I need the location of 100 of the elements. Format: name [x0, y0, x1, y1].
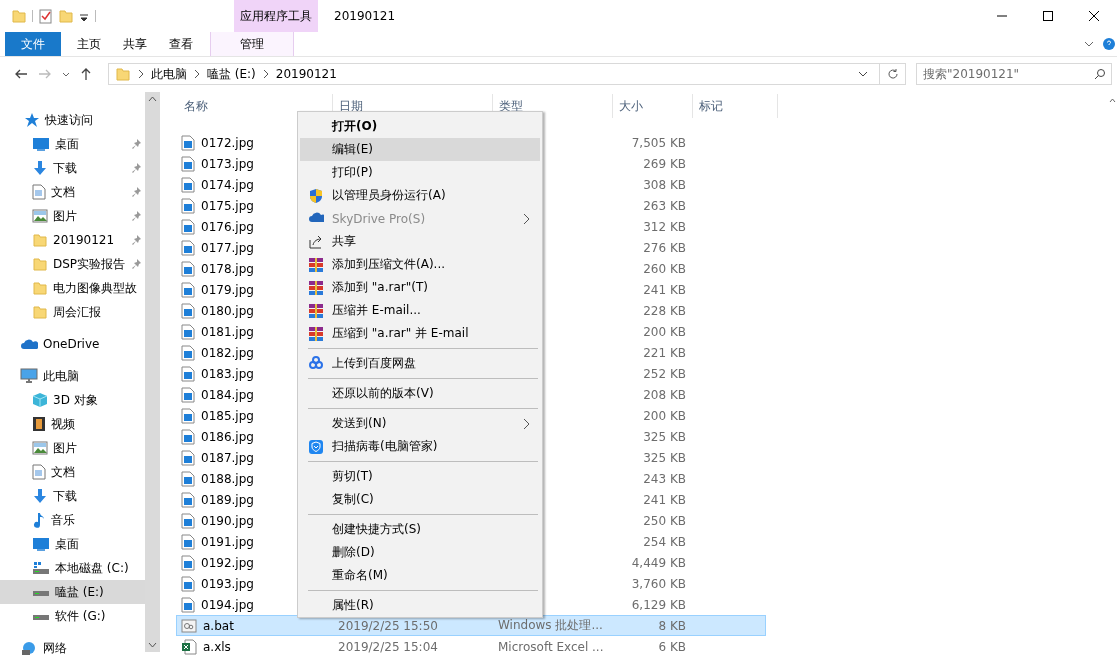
- file-name[interactable]: 0172.jpg: [201, 135, 254, 150]
- window-title: 20190121: [334, 9, 396, 23]
- sidebar-item[interactable]: 周会汇报: [0, 300, 145, 324]
- image-file-icon: [181, 239, 195, 256]
- archive-icon: [308, 257, 324, 273]
- file-name[interactable]: 0180.jpg: [201, 303, 254, 318]
- sidebar-item[interactable]: 软件 (G:): [0, 604, 145, 628]
- menu-item[interactable]: 添加到压缩文件(A)...: [300, 253, 540, 276]
- menu-item[interactable]: 压缩到 "a.rar" 并 E-mail: [300, 322, 540, 345]
- sidebar-item[interactable]: 桌面: [0, 532, 145, 556]
- close-icon[interactable]: [1086, 8, 1102, 24]
- sidebar-item[interactable]: 文档: [0, 460, 145, 484]
- refresh-icon[interactable]: [886, 68, 899, 80]
- menu-item[interactable]: 还原以前的版本(V): [300, 382, 540, 405]
- menu-item[interactable]: 编辑(E): [300, 138, 540, 161]
- menu-item[interactable]: 发送到(N): [300, 412, 540, 435]
- column-header[interactable]: 标记: [699, 97, 723, 115]
- sidebar-item[interactable]: 3D 对象: [0, 388, 145, 412]
- menu-item[interactable]: 属性(R): [300, 594, 540, 617]
- menu-item[interactable]: 压缩并 E-mail...: [300, 299, 540, 322]
- sidebar-item[interactable]: 快速访问: [0, 108, 145, 132]
- file-name[interactable]: 0173.jpg: [201, 156, 254, 171]
- file-name[interactable]: 0183.jpg: [201, 366, 254, 381]
- file-name[interactable]: 0179.jpg: [201, 282, 254, 297]
- file-name[interactable]: 0184.jpg: [201, 387, 254, 402]
- picture-icon: [32, 209, 48, 223]
- menu-item[interactable]: 复制(C): [300, 488, 540, 511]
- down-arrow-icon: [32, 160, 48, 176]
- file-name[interactable]: 0191.jpg: [201, 534, 254, 549]
- column-header[interactable]: 名称: [184, 97, 208, 115]
- file-name[interactable]: a.xls: [203, 639, 231, 654]
- sidebar-item[interactable]: 音乐: [0, 508, 145, 532]
- sidebar-item[interactable]: 视频: [0, 412, 145, 436]
- column-header[interactable]: 日期: [339, 97, 363, 115]
- ribbon-tab[interactable]: 主页: [66, 32, 112, 56]
- column-header[interactable]: 大小: [619, 97, 643, 115]
- menu-item[interactable]: 添加到 "a.rar"(T): [300, 276, 540, 299]
- menu-item[interactable]: 扫描病毒(电脑管家): [300, 435, 540, 458]
- ribbon-tab[interactable]: 管理: [210, 32, 294, 56]
- file-name[interactable]: 0189.jpg: [201, 492, 254, 507]
- scroll-down-icon[interactable]: [148, 642, 157, 648]
- ribbon-tab[interactable]: 查看: [158, 32, 204, 56]
- file-name[interactable]: 0192.jpg: [201, 555, 254, 570]
- sidebar-item[interactable]: 嗑盐 (E:): [0, 580, 145, 604]
- file-name[interactable]: 0174.jpg: [201, 177, 254, 192]
- sidebar-item[interactable]: 网络: [0, 636, 145, 660]
- folder-icon: [32, 232, 48, 248]
- sidebar-item[interactable]: 下载: [0, 484, 145, 508]
- file-name[interactable]: a.bat: [203, 618, 234, 633]
- file-name[interactable]: 0188.jpg: [201, 471, 254, 486]
- file-name[interactable]: 0176.jpg: [201, 219, 254, 234]
- file-name[interactable]: 0177.jpg: [201, 240, 254, 255]
- sidebar-item[interactable]: DSP实验报告: [0, 252, 145, 276]
- menu-item[interactable]: 删除(D): [300, 541, 540, 564]
- search-field[interactable]: 搜索"20190121": [916, 63, 1112, 85]
- menu-item[interactable]: 重命名(M): [300, 564, 540, 587]
- search-icon[interactable]: [1094, 68, 1106, 80]
- file-name[interactable]: 0194.jpg: [201, 597, 254, 612]
- file-name[interactable]: 0185.jpg: [201, 408, 254, 423]
- sidebar-item[interactable]: 图片: [0, 204, 145, 228]
- sidebar-item[interactable]: 20190121: [0, 228, 145, 252]
- sidebar-item[interactable]: 电力图像典型故: [0, 276, 145, 300]
- sidebar-item[interactable]: 本地磁盘 (C:): [0, 556, 145, 580]
- menu-item[interactable]: 创建快捷方式(S): [300, 518, 540, 541]
- up-arrow-icon[interactable]: [80, 67, 92, 81]
- menu-item[interactable]: 剪切(T): [300, 465, 540, 488]
- sidebar-item[interactable]: 图片: [0, 436, 145, 460]
- sidebar-item[interactable]: 此电脑: [0, 364, 145, 388]
- breadcrumb[interactable]: 此电脑: [151, 65, 187, 83]
- maximize-icon[interactable]: [1040, 8, 1056, 24]
- file-name[interactable]: 0178.jpg: [201, 261, 254, 276]
- file-name[interactable]: 0186.jpg: [201, 429, 254, 444]
- file-name[interactable]: 0181.jpg: [201, 324, 254, 339]
- checklist-icon[interactable]: [39, 8, 53, 24]
- sidebar-item[interactable]: OneDrive: [0, 332, 145, 356]
- scroll-up-icon[interactable]: [1109, 98, 1116, 103]
- back-arrow-icon[interactable]: [14, 67, 28, 81]
- sidebar-item[interactable]: 文档: [0, 180, 145, 204]
- file-name[interactable]: 0193.jpg: [201, 576, 254, 591]
- menu-item[interactable]: 共享: [300, 230, 540, 253]
- breadcrumb[interactable]: 嗑盐 (E:): [207, 65, 256, 83]
- file-size: 250 KB: [643, 513, 686, 528]
- file-name[interactable]: 0190.jpg: [201, 513, 254, 528]
- ribbon-tab[interactable]: 共享: [112, 32, 158, 56]
- sidebar-item[interactable]: 下载: [0, 156, 145, 180]
- breadcrumb[interactable]: 20190121: [275, 67, 337, 81]
- column-header[interactable]: 类型: [499, 97, 523, 115]
- help-icon[interactable]: [1103, 38, 1115, 50]
- address-bar[interactable]: 此电脑 嗑盐 (E:) 20190121: [108, 63, 880, 85]
- menu-item[interactable]: 打印(P): [300, 161, 540, 184]
- file-name[interactable]: 0187.jpg: [201, 450, 254, 465]
- file-tab[interactable]: 文件: [5, 32, 61, 56]
- menu-item[interactable]: 上传到百度网盘: [300, 352, 540, 375]
- file-name[interactable]: 0182.jpg: [201, 345, 254, 360]
- sidebar-item[interactable]: 桌面: [0, 132, 145, 156]
- file-size: 269 KB: [643, 156, 686, 171]
- file-name[interactable]: 0175.jpg: [201, 198, 254, 213]
- menu-item[interactable]: 打开(O): [300, 115, 540, 138]
- menu-item[interactable]: 以管理员身份运行(A): [300, 184, 540, 207]
- scroll-up-icon[interactable]: [148, 96, 157, 102]
